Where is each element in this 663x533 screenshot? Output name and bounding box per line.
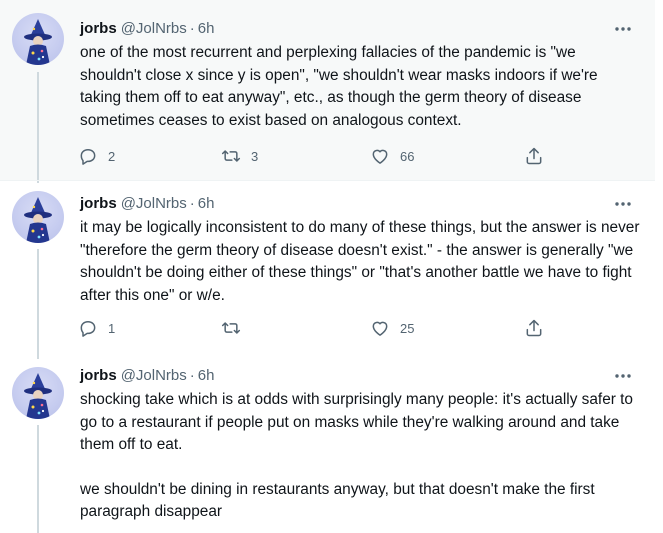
tweet-thread: jorbs @JolNrbs · 6h one of the most recurre…	[0, 0, 663, 533]
share-icon	[526, 319, 542, 337]
thread-line	[37, 181, 39, 183]
reply-button[interactable]: 1	[78, 317, 115, 339]
tweet-header: jorbs @JolNrbs · 6h	[80, 194, 214, 214]
like-count: 66	[400, 148, 415, 164]
tweet-paragraph: we shouldn't be dining in restaurants an…	[80, 480, 595, 521]
like-button[interactable]: 66	[370, 145, 414, 167]
share-icon	[526, 147, 542, 165]
like-button[interactable]: 25	[370, 317, 414, 339]
author-handle[interactable]: @JolNrbs	[121, 195, 187, 212]
author-name[interactable]: jorbs	[80, 195, 117, 212]
more-icon[interactable]	[613, 194, 633, 214]
author-handle[interactable]: @JolNrbs	[121, 20, 187, 37]
retweet-count: 3	[251, 148, 259, 164]
retweet-button[interactable]: 3	[221, 145, 258, 167]
thread-line	[37, 249, 39, 353]
like-count: 25	[400, 320, 415, 336]
tweet-header: jorbs @JolNrbs · 6h	[80, 19, 214, 39]
author-name[interactable]: jorbs	[80, 367, 117, 384]
tweet-text: shocking take which is at odds with surp…	[80, 389, 640, 524]
reply-icon	[80, 321, 96, 337]
retweet-icon	[221, 150, 241, 162]
separator-dot: ·	[189, 195, 195, 212]
wizard-avatar-icon	[24, 197, 52, 243]
more-icon[interactable]	[613, 366, 633, 386]
author-name[interactable]: jorbs	[80, 20, 117, 37]
share-button[interactable]	[524, 145, 544, 167]
tweet-text: one of the most recurrent and perplexing…	[80, 42, 640, 132]
tweet-actions: 2 3 66	[78, 145, 558, 167]
wizard-avatar-icon	[24, 373, 52, 419]
tweet-actions: 1 25	[78, 317, 558, 339]
tweet-header: jorbs @JolNrbs · 6h	[80, 366, 214, 386]
timestamp[interactable]: 6h	[198, 20, 215, 37]
reply-count: 1	[108, 320, 116, 336]
reply-button[interactable]: 2	[78, 145, 115, 167]
separator-dot: ·	[189, 367, 195, 384]
thread-line	[37, 353, 39, 359]
retweet-button[interactable]	[221, 317, 251, 339]
tweet-paragraph: shocking take which is at odds with surp…	[80, 391, 633, 453]
author-handle[interactable]: @JolNrbs	[121, 367, 187, 384]
thread-line	[37, 72, 39, 180]
avatar[interactable]	[12, 367, 64, 419]
tweet-paragraph: it may be logically inconsistent to do m…	[80, 219, 640, 304]
reply-count: 2	[108, 148, 116, 164]
tweet[interactable]: jorbs @JolNrbs · 6h shocking take which is …	[0, 353, 655, 533]
tweet-text: it may be logically inconsistent to do m…	[80, 217, 640, 307]
timestamp[interactable]: 6h	[198, 195, 215, 212]
share-button[interactable]	[524, 317, 544, 339]
tweet[interactable]: jorbs @JolNrbs · 6h one of the most recurre…	[0, 0, 655, 180]
timestamp[interactable]: 6h	[198, 367, 215, 384]
separator-dot: ·	[189, 20, 195, 37]
avatar[interactable]	[12, 13, 64, 65]
tweet-paragraph: one of the most recurrent and perplexing…	[80, 44, 598, 129]
reply-icon	[80, 149, 96, 165]
avatar[interactable]	[12, 191, 64, 243]
wizard-avatar-icon	[24, 19, 52, 65]
thread-line	[37, 425, 39, 533]
retweet-icon	[221, 322, 241, 334]
like-icon	[372, 321, 388, 336]
like-icon	[372, 149, 388, 164]
more-icon[interactable]	[613, 19, 633, 39]
tweet[interactable]: jorbs @JolNrbs · 6h it may be logically inc…	[0, 181, 655, 353]
